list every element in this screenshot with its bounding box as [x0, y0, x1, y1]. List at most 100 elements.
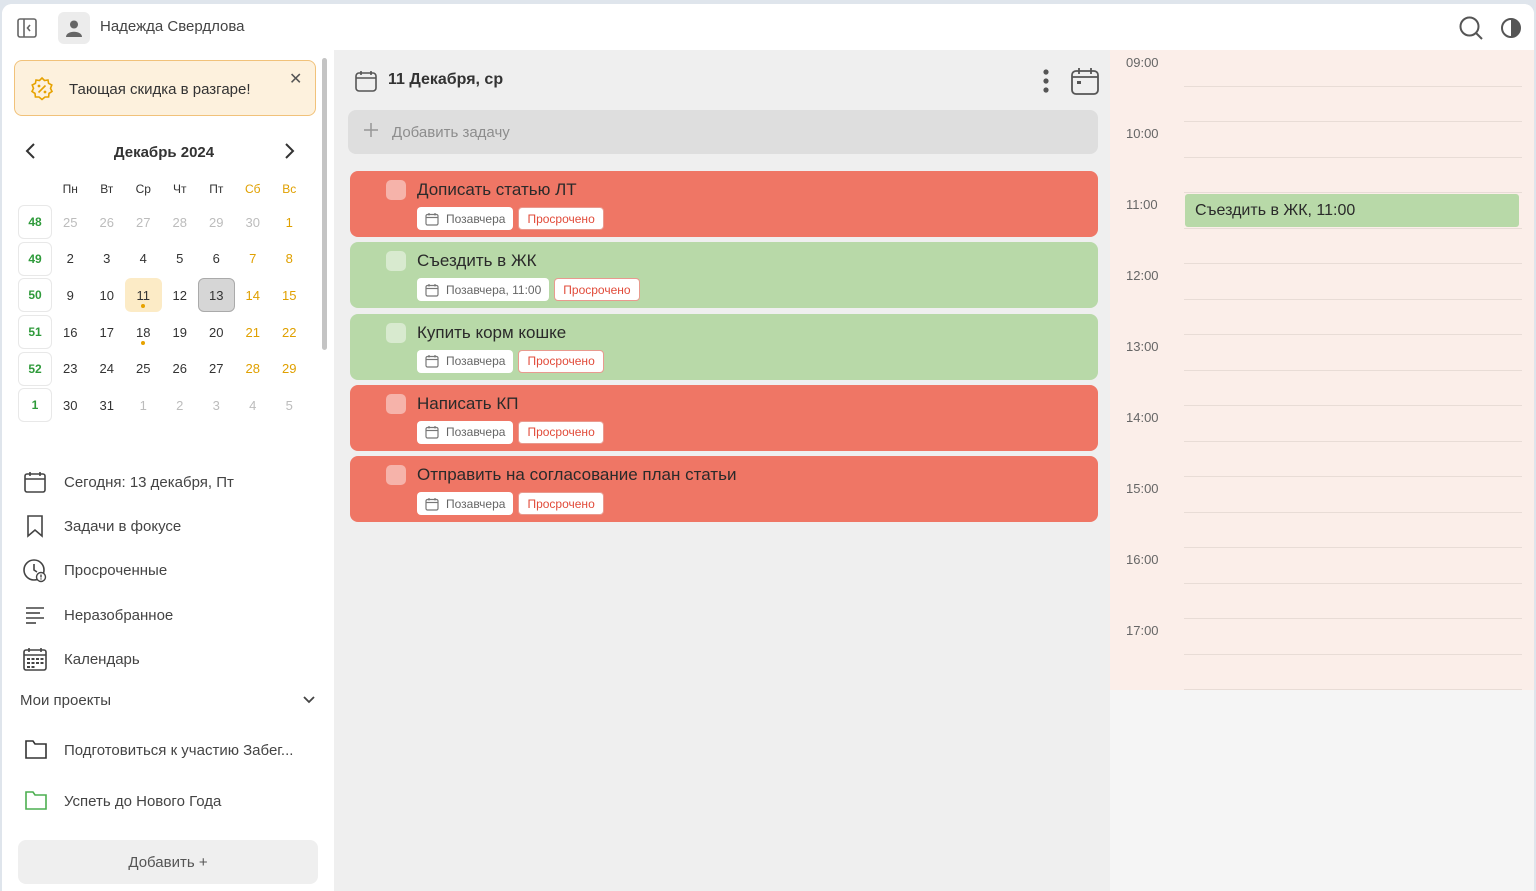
calendar-day[interactable]: 15 [271, 278, 308, 312]
calendar-day[interactable]: 10 [89, 278, 126, 312]
task-date-chip[interactable]: Позавчера [417, 207, 514, 230]
weekday-label: Сб [244, 182, 261, 196]
task-date-chip[interactable]: Позавчера [417, 492, 514, 516]
calendar-day[interactable]: 9 [52, 278, 89, 312]
add-project-button[interactable]: Добавить + [18, 840, 318, 884]
calendar-day-number: 4 [139, 251, 147, 267]
user-name[interactable]: Надежда Свердлова [100, 18, 245, 35]
calendar-day[interactable]: 11 [125, 278, 162, 313]
sidebar-nav: Сегодня: 13 декабря, Пт Задачи в фокусе … [22, 460, 322, 681]
project-item[interactable]: Подготовиться к участию Забег... [24, 736, 320, 764]
task-card[interactable]: Написать КП Позавчера Просрочено [350, 384, 1098, 451]
status-badge: Просрочено [518, 420, 604, 444]
calendar-day[interactable]: 6 [198, 242, 235, 276]
calendar-day[interactable]: 1 [125, 388, 162, 422]
calendar-day[interactable]: 31 [89, 388, 126, 422]
calendar-day[interactable]: 16 [52, 315, 89, 349]
timeline-hour[interactable]: 09:00 [1110, 50, 1534, 122]
task-date-chip[interactable]: Позавчера, 11:00 [417, 278, 550, 302]
calendar-day[interactable]: 2 [162, 388, 199, 422]
task-checkbox[interactable] [386, 393, 406, 414]
timeline-hour[interactable]: 17:00 [1110, 618, 1534, 690]
add-task-input[interactable]: Добавить задачу [348, 110, 1098, 154]
sidebar-collapse-icon[interactable] [16, 17, 38, 39]
week-number[interactable]: 48 [18, 205, 52, 240]
calendar-day[interactable]: 28 [235, 352, 272, 386]
avatar[interactable] [58, 12, 90, 44]
week-number[interactable]: 52 [18, 351, 52, 386]
calendar-day[interactable]: 19 [162, 315, 199, 349]
calendar-day[interactable]: 4 [235, 388, 272, 422]
promo-banner[interactable]: Тающая скидка в разгаре! ✕ [14, 60, 316, 116]
nav-focus[interactable]: Задачи в фокусе [22, 504, 322, 548]
week-number[interactable]: 50 [18, 278, 52, 313]
calendar-day[interactable]: 8 [271, 242, 308, 276]
calendar-view-icon[interactable] [1070, 66, 1100, 96]
calendar-day[interactable]: 5 [162, 242, 199, 276]
nav-today[interactable]: Сегодня: 13 декабря, Пт [22, 460, 322, 504]
calendar-day[interactable]: 30 [235, 205, 272, 239]
timeline-hour[interactable]: 10:00 [1110, 121, 1534, 193]
task-date-chip[interactable]: Позавчера [417, 349, 514, 373]
calendar-day[interactable]: 27 [198, 352, 235, 386]
task-card[interactable]: Дописать статью ЛТ Позавчера Просрочено [350, 171, 1098, 237]
task-card[interactable]: Купить корм кошке Позавчера Просрочено [350, 313, 1098, 380]
calendar-day[interactable]: 1 [271, 205, 308, 239]
task-checkbox[interactable] [386, 465, 406, 486]
week-number[interactable]: 49 [18, 241, 52, 276]
timeline-hour[interactable]: 12:00 [1110, 263, 1534, 335]
week-number[interactable]: 1 [18, 388, 52, 423]
calendar-day[interactable]: 29 [271, 352, 308, 386]
calendar-day[interactable]: 22 [271, 315, 308, 349]
task-card[interactable]: Отправить на согласование план статьи Поз… [350, 456, 1098, 523]
calendar-day[interactable]: 26 [162, 352, 199, 386]
calendar-day[interactable]: 25 [125, 352, 162, 386]
calendar-day[interactable]: 25 [52, 205, 89, 239]
calendar-day[interactable]: 14 [235, 278, 272, 312]
calendar-day[interactable]: 28 [162, 205, 199, 239]
calendar-day[interactable]: 3 [89, 242, 126, 276]
project-item[interactable]: Успеть до Нового Года [24, 787, 320, 815]
timeline-hour[interactable]: 15:00 [1110, 476, 1534, 548]
task-checkbox[interactable] [386, 322, 406, 343]
calendar-day[interactable]: 24 [89, 352, 126, 386]
calendar-day-number: 1 [139, 397, 147, 413]
task-checkbox[interactable] [386, 251, 406, 272]
search-icon[interactable] [1458, 15, 1484, 41]
calendar-day[interactable]: 12 [162, 278, 199, 312]
nav-overdue[interactable]: Просроченные [22, 549, 322, 593]
nav-calendar[interactable]: Календарь [22, 637, 322, 681]
calendar-day[interactable]: 23 [52, 352, 89, 386]
calendar-day[interactable]: 29 [198, 205, 235, 239]
task-card[interactable]: Съездить в ЖК Позавчера, 11:00 Просрочено [350, 242, 1098, 309]
timeline-event[interactable]: Съездить в ЖК, 11:00 [1185, 194, 1519, 227]
calendar-day[interactable]: 20 [198, 315, 235, 349]
calendar-day[interactable]: 4 [125, 242, 162, 276]
calendar-day[interactable]: 26 [89, 205, 126, 239]
contrast-icon[interactable] [1499, 16, 1523, 40]
calendar-day[interactable]: 27 [125, 205, 162, 239]
close-icon[interactable]: ✕ [289, 69, 302, 89]
calendar-day[interactable]: 30 [52, 388, 89, 422]
nav-inbox[interactable]: Неразобранное [22, 593, 322, 637]
calendar-day[interactable]: 5 [271, 388, 308, 422]
chevron-right-icon[interactable] [282, 140, 296, 168]
calendar-day[interactable]: 17 [89, 315, 126, 349]
more-vertical-icon[interactable] [1034, 66, 1058, 96]
calendar-day[interactable]: 7 [235, 242, 272, 276]
projects-header[interactable]: Мои проекты [20, 688, 316, 712]
calendar-day[interactable]: 3 [198, 388, 235, 422]
timeline-hour[interactable]: 14:00 [1110, 405, 1534, 477]
timeline-hour[interactable]: 16:00 [1110, 547, 1534, 619]
task-date-chip[interactable]: Позавчера [417, 420, 514, 444]
chevron-down-icon[interactable] [302, 692, 316, 709]
task-checkbox[interactable] [386, 180, 406, 200]
calendar-day[interactable]: 21 [235, 315, 272, 349]
calendar-day[interactable]: 13 [198, 278, 235, 313]
sidebar-scrollbar[interactable] [322, 58, 327, 350]
timeline-hour[interactable]: 13:00 [1110, 334, 1534, 406]
plus-icon [362, 119, 380, 145]
calendar-day[interactable]: 2 [52, 242, 89, 276]
calendar-day[interactable]: 18 [125, 315, 162, 349]
week-number[interactable]: 51 [18, 315, 52, 350]
